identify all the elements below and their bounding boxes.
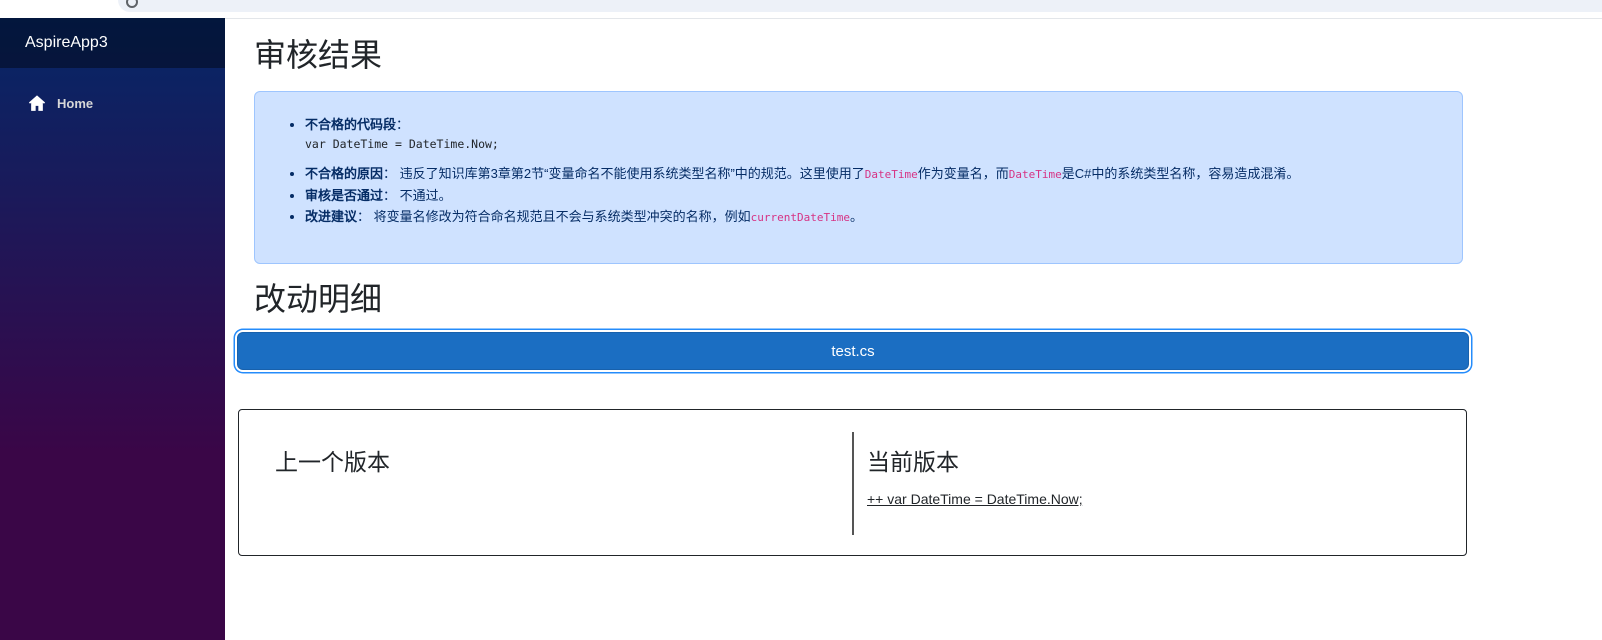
list-item-pass: 审核是否通过： 不通过。 bbox=[305, 185, 1462, 206]
inline-code: currentDateTime bbox=[750, 211, 851, 224]
previous-version-column: 上一个版本 bbox=[275, 443, 390, 477]
reason-label: 不合格的原因 bbox=[305, 166, 384, 181]
list-item-suggestion: 改进建议： 将变量名修改为符合命名规范且不会与系统类型冲突的名称，例如curre… bbox=[305, 206, 1462, 228]
inline-code: DateTime bbox=[864, 168, 918, 181]
site-info-icon[interactable] bbox=[126, 0, 138, 8]
reason-text: 作为变量名，而 bbox=[917, 166, 1009, 181]
address-bar[interactable] bbox=[118, 0, 1602, 12]
added-line: ++ var DateTime = DateTime.Now; bbox=[867, 491, 1083, 507]
pass-label: 审核是否通过 bbox=[305, 188, 384, 203]
colon: ： bbox=[396, 117, 410, 132]
review-result-heading: 审核结果 bbox=[254, 37, 383, 73]
browser-toolbar bbox=[0, 0, 1602, 19]
diff-divider bbox=[852, 432, 854, 535]
current-version-column: 当前版本 ++ var DateTime = DateTime.Now; bbox=[867, 443, 1083, 509]
main-content: 审核结果 不合格的代码段： var DateTime = DateTime.No… bbox=[225, 18, 1602, 640]
bad-code-snippet: var DateTime = DateTime.Now; bbox=[305, 137, 499, 151]
inline-code: DateTime bbox=[1008, 168, 1062, 181]
reason-text: 违反了知识库第3章第2节“变量命名不能使用系统类型名称”中的规范。这里使用了 bbox=[399, 166, 865, 181]
file-toggle-button[interactable]: test.cs bbox=[237, 332, 1469, 370]
list-item-reason: 不合格的原因： 违反了知识库第3章第2节“变量命名不能使用系统类型名称”中的规范… bbox=[305, 163, 1462, 185]
app-brand-link[interactable]: AspireApp3 bbox=[25, 34, 108, 52]
previous-version-title: 上一个版本 bbox=[275, 449, 390, 475]
reason-text: 是C#中的系统类型名称，容易造成混淆。 bbox=[1061, 166, 1300, 181]
diff-panel: 上一个版本 当前版本 ++ var DateTime = DateTime.No… bbox=[238, 409, 1467, 556]
colon: ： bbox=[357, 209, 371, 224]
review-alert: 不合格的代码段： var DateTime = DateTime.Now; 不合… bbox=[254, 91, 1463, 264]
colon: ： bbox=[383, 188, 397, 203]
suggestion-label: 改进建议 bbox=[305, 209, 358, 224]
bad-code-label: 不合格的代码段 bbox=[305, 117, 397, 132]
colon: ： bbox=[383, 166, 397, 181]
suggestion-end: 。 bbox=[850, 209, 864, 224]
pass-value: 不通过。 bbox=[399, 188, 452, 203]
current-version-title: 当前版本 bbox=[867, 449, 959, 475]
brand-bar: AspireApp3 bbox=[0, 18, 225, 68]
review-list: 不合格的代码段： var DateTime = DateTime.Now; 不合… bbox=[255, 92, 1462, 228]
list-item-bad-code: 不合格的代码段： var DateTime = DateTime.Now; bbox=[305, 114, 1462, 153]
sidebar-item-label: Home bbox=[57, 95, 94, 111]
sidebar-item-home[interactable]: Home bbox=[20, 88, 210, 118]
home-icon bbox=[28, 95, 46, 111]
suggestion-text: 将变量名修改为符合命名规范且不会与系统类型冲突的名称，例如 bbox=[373, 209, 751, 224]
sidebar: AspireApp3 Home bbox=[0, 18, 225, 640]
change-details-heading: 改动明细 bbox=[254, 281, 383, 317]
